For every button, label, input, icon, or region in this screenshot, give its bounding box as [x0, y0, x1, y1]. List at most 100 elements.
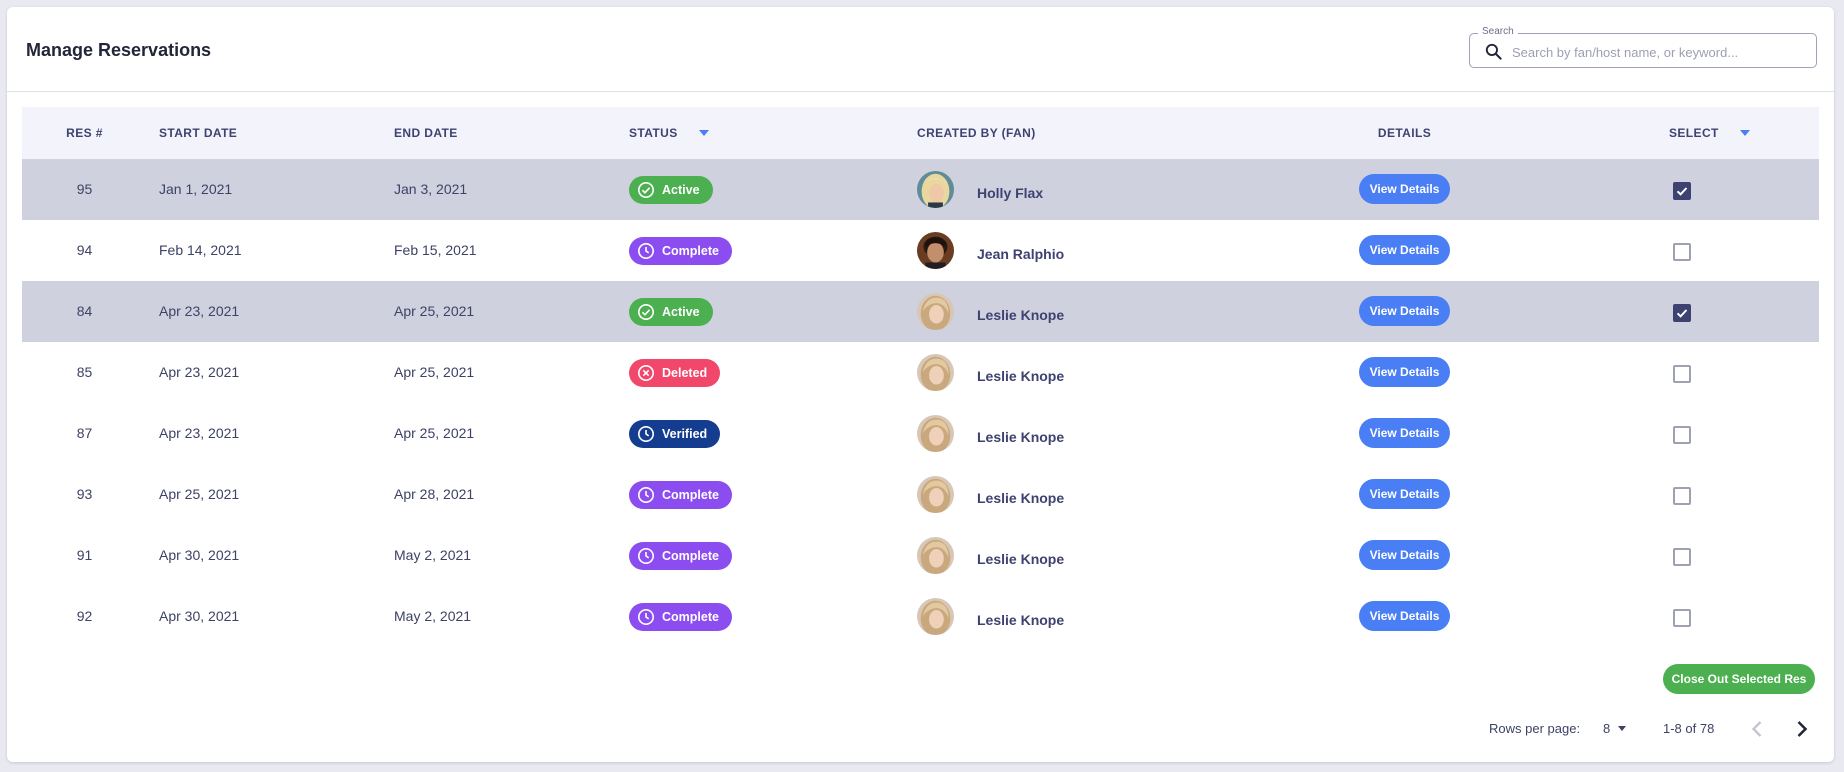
- table-row[interactable]: 87 Apr 23, 2021 Apr 25, 2021 Verified Leslie…: [22, 403, 1819, 464]
- avatar: [917, 537, 954, 574]
- view-details-button[interactable]: View Details: [1359, 296, 1450, 326]
- fan-name: Holly Flax: [977, 185, 1044, 201]
- table-row[interactable]: 94 Feb 14, 2021 Feb 15, 2021 Complete Jean R…: [22, 220, 1819, 281]
- start-date: Jan 1, 2021: [159, 181, 233, 197]
- status-badge: Complete: [629, 481, 732, 510]
- chevron-down-icon: [1618, 726, 1627, 732]
- end-date: May 2, 2021: [394, 608, 472, 624]
- row-select-checkbox[interactable]: [1673, 243, 1691, 261]
- res-number: 92: [76, 608, 93, 624]
- card-header: Manage Reservations Search: [7, 7, 1834, 92]
- column-header-status[interactable]: STATUS: [629, 107, 710, 159]
- table-row[interactable]: 92 Apr 30, 2021 May 2, 2021 Complete Leslie …: [22, 586, 1819, 647]
- status-cell: Complete: [629, 464, 732, 525]
- status-label: Complete: [662, 610, 719, 625]
- status-cell: Deleted: [629, 342, 721, 403]
- avatar: [917, 354, 954, 391]
- rows-per-page-value: 8: [1603, 721, 1611, 736]
- start-date: Apr 30, 2021: [159, 547, 240, 563]
- clock-icon: [637, 426, 655, 443]
- view-details-button[interactable]: View Details: [1359, 479, 1450, 509]
- row-select-checkbox[interactable]: [1673, 609, 1691, 627]
- column-header-start-date: START DATE: [159, 126, 238, 140]
- column-header-details: DETAILS: [1377, 126, 1432, 140]
- clock-icon: [637, 609, 655, 626]
- search-icon: [1485, 43, 1502, 60]
- pagination-range: 1-8 of 78: [1663, 721, 1715, 736]
- view-details-button[interactable]: View Details: [1359, 601, 1450, 631]
- status-cell: Complete: [629, 586, 732, 647]
- reservations-card: Manage Reservations Search RES # START D…: [7, 7, 1834, 762]
- res-number: 85: [76, 364, 93, 380]
- row-select-checkbox[interactable]: [1673, 182, 1691, 200]
- row-select-checkbox[interactable]: [1673, 365, 1691, 383]
- res-number: 95: [76, 181, 93, 197]
- reservations-table: RES # START DATE END DATE STATUS CREATED…: [22, 107, 1819, 647]
- status-label: Complete: [662, 488, 719, 503]
- search-input[interactable]: [1510, 39, 1814, 65]
- search-field[interactable]: Search: [1469, 26, 1817, 68]
- start-date: Apr 23, 2021: [159, 303, 240, 319]
- check-icon: [1676, 187, 1688, 196]
- avatar: [917, 415, 954, 452]
- res-number: 84: [76, 303, 93, 319]
- row-select-checkbox[interactable]: [1673, 487, 1691, 505]
- end-date: Jan 3, 2021: [394, 181, 468, 197]
- status-label: Active: [662, 305, 700, 320]
- start-date: Apr 23, 2021: [159, 425, 240, 441]
- table-row[interactable]: 85 Apr 23, 2021 Apr 25, 2021 Deleted Leslie …: [22, 342, 1819, 403]
- status-label: Active: [662, 183, 700, 198]
- column-header-created-by: CREATED BY (FAN): [917, 126, 1036, 140]
- status-badge: Complete: [629, 603, 732, 632]
- page-title: Manage Reservations: [26, 40, 212, 60]
- row-select-checkbox[interactable]: [1673, 548, 1691, 566]
- previous-page-icon[interactable]: [1743, 715, 1771, 743]
- status-cell: Verified: [629, 403, 721, 464]
- next-page-icon[interactable]: [1788, 715, 1816, 743]
- status-badge: Complete: [629, 542, 732, 571]
- view-details-button[interactable]: View Details: [1359, 540, 1450, 570]
- end-date: May 2, 2021: [394, 547, 472, 563]
- status-badge: Deleted: [629, 359, 721, 388]
- fan-name: Jean Ralphio: [977, 246, 1065, 262]
- avatar: [917, 476, 954, 513]
- start-date: Feb 14, 2021: [159, 242, 242, 258]
- table-row[interactable]: 95 Jan 1, 2021 Jan 3, 2021 Active Holly Flax…: [22, 159, 1819, 220]
- avatar: [917, 171, 954, 208]
- view-details-button[interactable]: View Details: [1359, 418, 1450, 448]
- fan-name: Leslie Knope: [977, 307, 1065, 323]
- status-header-label: STATUS: [629, 126, 678, 140]
- avatar: [917, 598, 954, 635]
- check-circle-icon: [637, 182, 655, 199]
- start-date: Apr 23, 2021: [159, 364, 240, 380]
- close-out-selected-button[interactable]: Close Out Selected Res: [1663, 664, 1815, 694]
- view-details-button[interactable]: View Details: [1359, 235, 1450, 265]
- res-number: 87: [76, 425, 93, 441]
- select-dropdown-icon[interactable]: [1740, 129, 1751, 136]
- row-select-checkbox[interactable]: [1673, 304, 1691, 322]
- end-date: Apr 25, 2021: [394, 425, 475, 441]
- status-label: Complete: [662, 244, 719, 259]
- view-details-button[interactable]: View Details: [1359, 174, 1450, 204]
- table-header: RES # START DATE END DATE STATUS CREATED…: [22, 107, 1819, 159]
- fan-name: Leslie Knope: [977, 551, 1065, 567]
- table-row[interactable]: 93 Apr 25, 2021 Apr 28, 2021 Complete Leslie…: [22, 464, 1819, 525]
- res-number: 93: [76, 486, 93, 502]
- start-date: Apr 30, 2021: [159, 608, 240, 624]
- status-cell: Complete: [629, 220, 732, 281]
- view-details-button[interactable]: View Details: [1359, 357, 1450, 387]
- status-filter-dropdown-icon[interactable]: [699, 129, 710, 136]
- end-date: Apr 28, 2021: [394, 486, 475, 502]
- row-select-checkbox[interactable]: [1673, 426, 1691, 444]
- clock-icon: [637, 548, 655, 565]
- start-date: Apr 25, 2021: [159, 486, 240, 502]
- end-date: Feb 15, 2021: [394, 242, 477, 258]
- table-row[interactable]: 91 Apr 30, 2021 May 2, 2021 Complete Leslie …: [22, 525, 1819, 586]
- clock-icon: [637, 243, 655, 260]
- column-header-res: RES #: [66, 126, 103, 140]
- column-header-select[interactable]: SELECT: [1669, 107, 1751, 159]
- rows-per-page-select[interactable]: 8: [1603, 719, 1627, 739]
- column-header-end-date: END DATE: [394, 126, 458, 140]
- table-row[interactable]: 84 Apr 23, 2021 Apr 25, 2021 Active Leslie K…: [22, 281, 1819, 342]
- status-badge: Active: [629, 298, 713, 327]
